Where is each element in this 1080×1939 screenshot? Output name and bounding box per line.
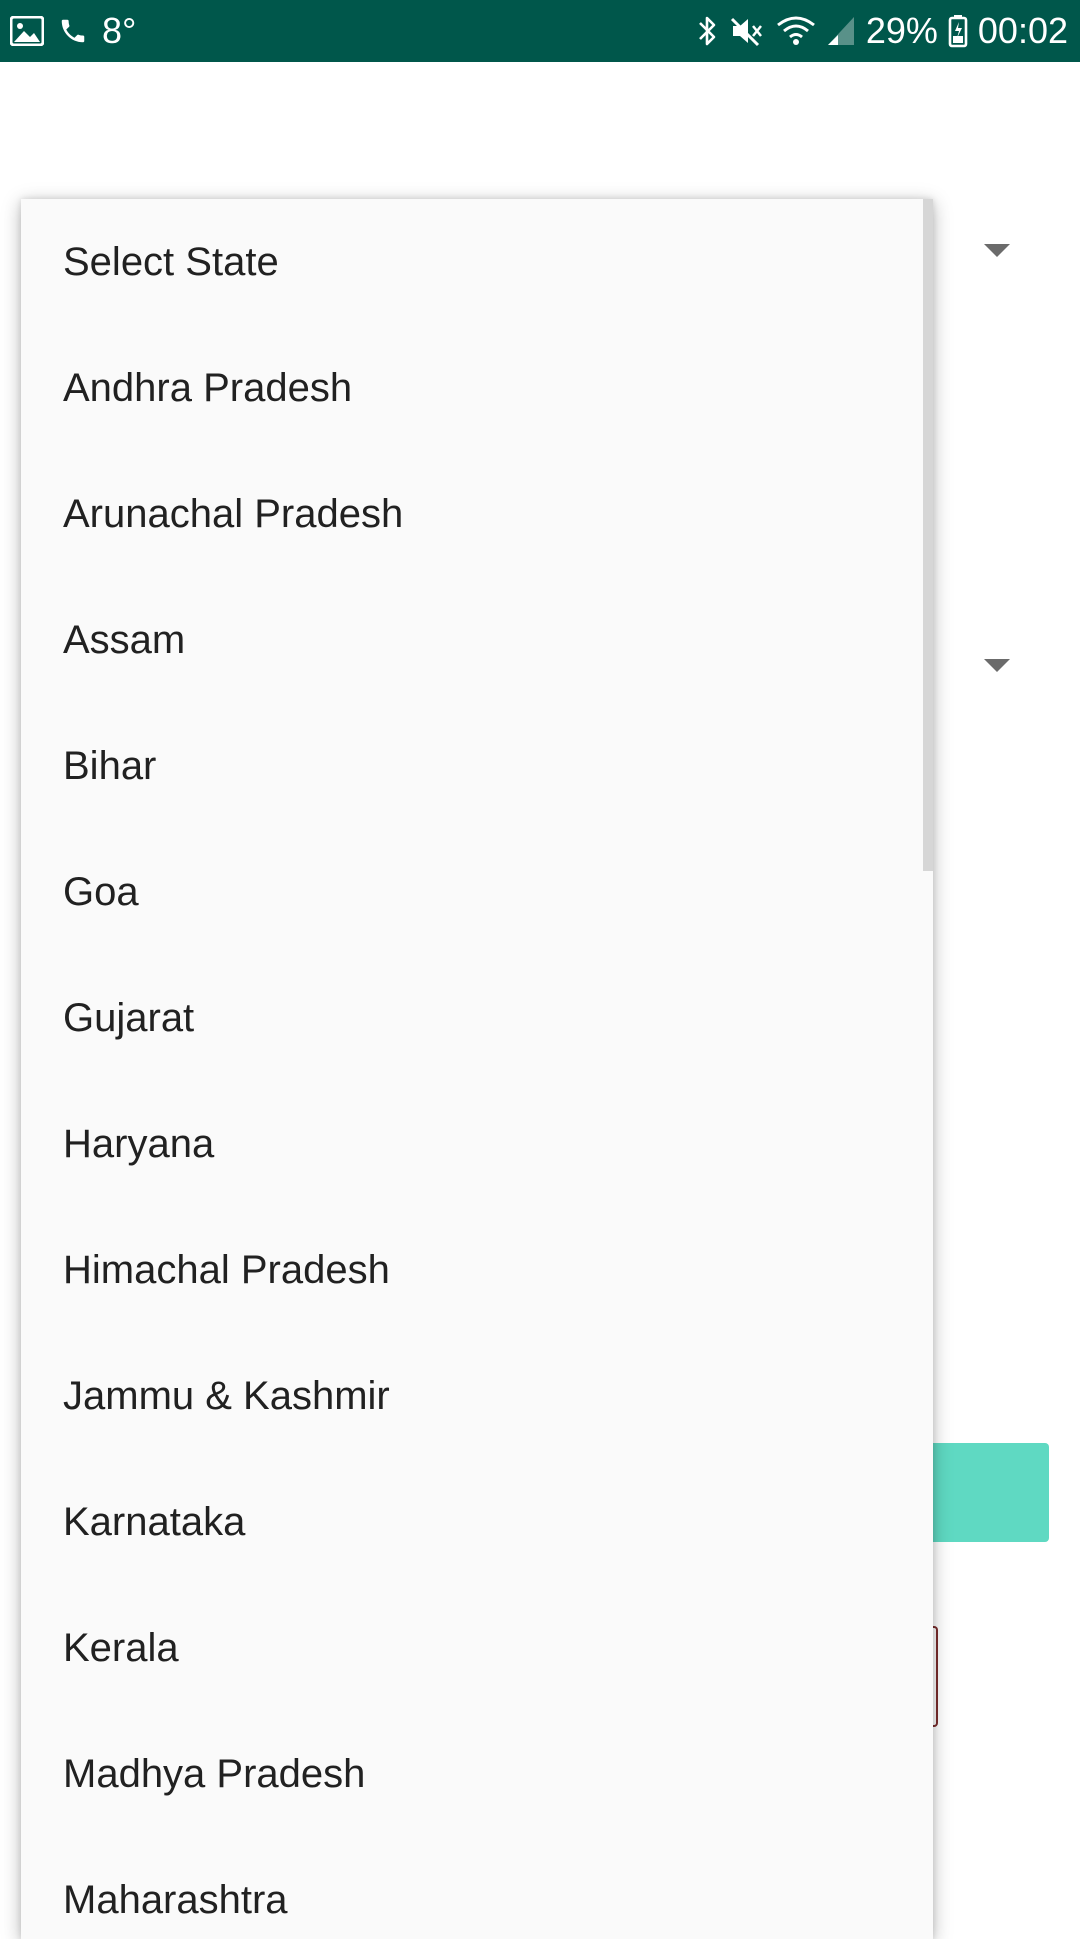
wifi-icon bbox=[776, 15, 816, 47]
scrollbar-thumb[interactable] bbox=[923, 199, 933, 871]
dropdown-item-goa[interactable]: Goa bbox=[21, 829, 933, 955]
dropdown-item-bihar[interactable]: Bihar bbox=[21, 703, 933, 829]
district-spinner-arrow-icon[interactable] bbox=[984, 659, 1010, 672]
dropdown-item-select-state[interactable]: Select State bbox=[21, 199, 933, 325]
battery-percent: 29% bbox=[865, 10, 938, 51]
bluetooth-icon bbox=[696, 14, 720, 48]
clock-text: 00:02 bbox=[977, 10, 1068, 51]
dropdown-item-madhya-pradesh[interactable]: Madhya Pradesh bbox=[21, 1711, 933, 1837]
dropdown-item-himachal-pradesh[interactable]: Himachal Pradesh bbox=[21, 1207, 933, 1333]
dropdown-item-haryana[interactable]: Haryana bbox=[21, 1081, 933, 1207]
battery-icon bbox=[948, 14, 968, 48]
dropdown-item-karnataka[interactable]: Karnataka bbox=[21, 1459, 933, 1585]
temperature-text: 8° bbox=[102, 10, 137, 51]
status-bar-left: 8° bbox=[10, 0, 136, 62]
phone-icon bbox=[58, 16, 88, 46]
status-bar: 8° 29% 00:02 bbox=[0, 0, 1080, 62]
status-bar-right: 29% 00:02 bbox=[696, 0, 1068, 62]
dropdown-item-maharashtra[interactable]: Maharashtra bbox=[21, 1837, 933, 1939]
signal-icon bbox=[826, 15, 856, 47]
dropdown-item-jammu-kashmir[interactable]: Jammu & Kashmir bbox=[21, 1333, 933, 1459]
dropdown-item-arunachal-pradesh[interactable]: Arunachal Pradesh bbox=[21, 451, 933, 577]
dropdown-item-kerala[interactable]: Kerala bbox=[21, 1585, 933, 1711]
dropdown-item-assam[interactable]: Assam bbox=[21, 577, 933, 703]
dropdown-item-gujarat[interactable]: Gujarat bbox=[21, 955, 933, 1081]
state-spinner-arrow-icon[interactable] bbox=[984, 244, 1010, 257]
state-dropdown-list[interactable]: Select State Andhra Pradesh Arunachal Pr… bbox=[21, 199, 933, 1939]
mute-icon bbox=[730, 15, 766, 47]
dropdown-item-andhra-pradesh[interactable]: Andhra Pradesh bbox=[21, 325, 933, 451]
gallery-icon bbox=[10, 16, 44, 46]
